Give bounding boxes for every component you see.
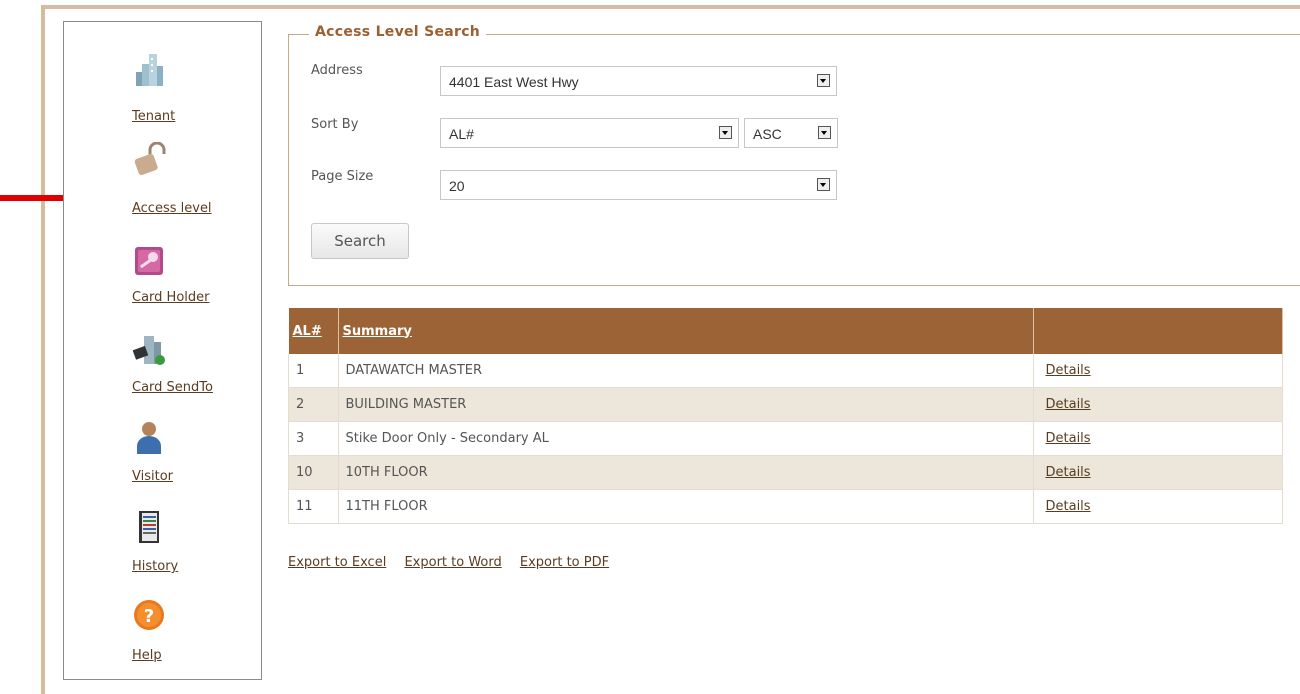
export-excel-link[interactable]: Export to Excel	[288, 555, 386, 570]
column-header-summary[interactable]: Summary	[338, 308, 1034, 354]
table-row: 11 11TH FLOOR Details	[288, 489, 1283, 524]
building-card-icon	[132, 336, 165, 365]
sort-link-al[interactable]: AL#	[293, 324, 322, 339]
person-icon	[137, 422, 161, 454]
help-icon: ?	[134, 600, 164, 630]
sidebar-item-label: History	[132, 559, 179, 574]
cell-al: 10	[288, 455, 339, 490]
sortby-label: Sort By	[311, 117, 359, 132]
details-link[interactable]: Details	[1046, 499, 1091, 514]
svg-text:?: ?	[144, 606, 154, 627]
chevron-down-icon[interactable]	[817, 178, 830, 191]
export-links: Export to Excel Export to Word Export to…	[288, 555, 623, 570]
building-icon	[136, 54, 163, 86]
column-header-al[interactable]: AL#	[288, 308, 339, 354]
sidebar-nav: Tenant Access level Card Holder Card Sen…	[63, 21, 262, 680]
sort-direction-select[interactable]: ASC	[744, 118, 838, 148]
sidebar-item-label: Help	[132, 648, 162, 663]
export-word-link[interactable]: Export to Word	[404, 555, 501, 570]
search-button[interactable]: Search	[311, 223, 409, 259]
address-select-value: 4401 East West Hwy	[449, 74, 579, 90]
sidebar-item-label: Visitor	[132, 469, 173, 484]
pagesize-select[interactable]: 20	[440, 170, 837, 200]
sidebar-item-label: Access level	[132, 201, 212, 216]
chevron-down-icon[interactable]	[818, 126, 831, 139]
table-row: 1 DATAWATCH MASTER Details	[288, 354, 1283, 388]
search-panel-title: Access Level Search	[309, 24, 487, 40]
sidebar-item-label: Card Holder	[132, 290, 210, 305]
details-link[interactable]: Details	[1046, 363, 1091, 378]
table-row: 2 BUILDING MASTER Details	[288, 387, 1283, 422]
table-header-row: AL# Summary	[288, 308, 1283, 354]
pagesize-select-value: 20	[449, 178, 465, 194]
cell-summary: Stike Door Only - Secondary AL	[337, 421, 1034, 456]
chevron-down-icon[interactable]	[817, 74, 830, 87]
padlock-icon	[134, 142, 166, 176]
sortby-select[interactable]: AL#	[440, 118, 739, 148]
pagesize-label: Page Size	[311, 169, 374, 184]
sidebar-item-label: Card SendTo	[132, 380, 213, 395]
cell-al: 3	[288, 421, 339, 456]
cell-al: 2	[288, 387, 339, 422]
sort-link-summary[interactable]: Summary	[343, 324, 412, 339]
table-row: 3 Stike Door Only - Secondary AL Details	[288, 421, 1283, 456]
cell-summary: 10TH FLOOR	[337, 455, 1034, 490]
details-link[interactable]: Details	[1046, 465, 1091, 480]
cell-summary: BUILDING MASTER	[337, 387, 1034, 422]
sort-direction-value: ASC	[753, 126, 782, 142]
cell-al: 1	[288, 354, 339, 388]
export-pdf-link[interactable]: Export to PDF	[520, 555, 609, 570]
details-link[interactable]: Details	[1046, 431, 1091, 446]
details-link[interactable]: Details	[1046, 397, 1091, 412]
column-header-actions	[1033, 308, 1283, 354]
cell-summary: 11TH FLOOR	[337, 489, 1034, 524]
notebook-icon	[139, 511, 159, 543]
sortby-select-value: AL#	[449, 126, 474, 142]
key-card-icon	[135, 247, 163, 275]
cell-al: 11	[288, 489, 339, 524]
results-table: AL# Summary 1 DATAWATCH MASTER Details 2…	[288, 308, 1283, 524]
table-row: 10 10TH FLOOR Details	[288, 455, 1283, 490]
address-select[interactable]: 4401 East West Hwy	[440, 66, 837, 96]
sidebar-item-label: Tenant	[132, 109, 176, 124]
address-label: Address	[311, 63, 363, 78]
chevron-down-icon[interactable]	[719, 126, 732, 139]
cell-summary: DATAWATCH MASTER	[337, 354, 1034, 388]
